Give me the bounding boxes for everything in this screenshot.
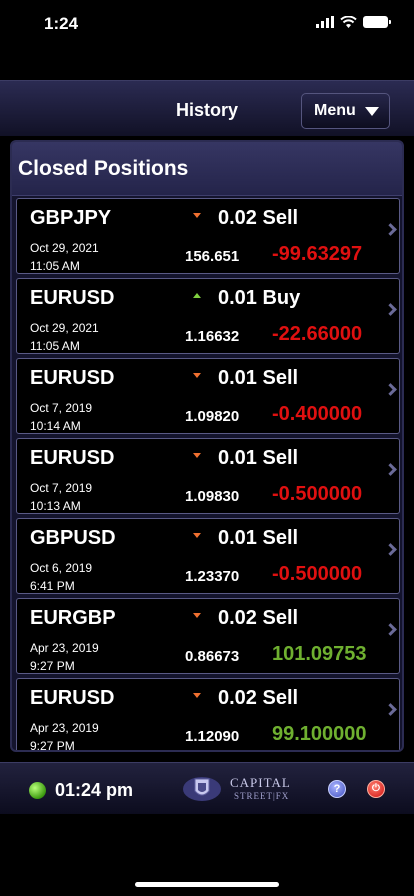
position-price: 1.12090 (185, 728, 240, 745)
position-symbol: EURGBP (30, 607, 116, 629)
arrow-down-icon (193, 693, 201, 698)
home-indicator[interactable] (135, 882, 279, 887)
position-trade: 0.02 Sell (218, 687, 299, 709)
position-trade: 0.01 Buy (218, 287, 301, 309)
position-profit-loss: -0.400000 (272, 403, 363, 425)
help-button[interactable]: ? (328, 780, 346, 798)
position-symbol: EURUSD (30, 367, 115, 389)
position-row[interactable]: EURGBP 0.02 Sell Apr 23, 2019 9:27 PM 0.… (16, 598, 400, 674)
position-time: 9:27 PM (30, 659, 75, 673)
status-icons (316, 16, 391, 28)
position-trade: 0.01 Sell (218, 527, 299, 549)
menu-button-label: Menu (314, 102, 356, 119)
arrow-down-icon (193, 613, 201, 618)
position-profit-loss: -22.66000 (272, 323, 363, 345)
position-profit-loss: 99.100000 (272, 723, 367, 745)
position-date: Oct 29, 2021 (30, 241, 99, 255)
cellular-signal-icon (316, 16, 334, 28)
position-row[interactable]: EURUSD 0.01 Sell Oct 7, 2019 10:14 AM 1.… (16, 358, 400, 434)
position-time: 10:14 AM (30, 419, 81, 433)
logo-emblem-icon (183, 777, 221, 801)
chevron-right-icon (384, 303, 397, 316)
position-datetime: Oct 7, 2019 10:14 AM (30, 399, 92, 435)
position-row[interactable]: EURUSD 0.01 Sell Oct 7, 2019 10:13 AM 1.… (16, 438, 400, 514)
arrow-down-icon (193, 533, 201, 538)
closed-positions-panel: Closed Positions GBPJPY 0.02 Sell Oct 29… (10, 140, 404, 752)
chevron-right-icon (384, 223, 397, 236)
position-date: Oct 7, 2019 (30, 401, 93, 415)
panel-header: Closed Positions (12, 142, 402, 196)
position-datetime: Oct 6, 2019 6:41 PM (30, 559, 92, 595)
position-time: 9:27 PM (30, 739, 75, 752)
arrow-down-icon (193, 453, 201, 458)
position-profit-loss: -0.500000 (272, 483, 363, 505)
help-icon: ? (333, 783, 341, 795)
position-symbol: EURUSD (30, 687, 115, 709)
status-time: 1:24 (44, 14, 79, 33)
position-profit-loss: -99.63297 (272, 243, 363, 265)
position-datetime: Oct 29, 2021 11:05 AM (30, 319, 99, 355)
position-datetime: Apr 23, 2019 9:27 PM (30, 639, 99, 675)
position-trade: 0.01 Sell (218, 367, 299, 389)
battery-icon (363, 16, 391, 28)
arrow-down-icon (193, 373, 201, 378)
chevron-right-icon (384, 543, 397, 556)
position-row[interactable]: EURUSD 0.02 Sell Apr 23, 2019 9:27 PM 1.… (16, 678, 400, 752)
position-symbol: EURUSD (30, 447, 115, 469)
power-icon: ⏻ (372, 783, 380, 794)
menu-button[interactable]: Menu (301, 93, 390, 129)
position-price: 1.09820 (185, 408, 240, 425)
position-datetime: Oct 29, 2021 11:05 AM (30, 239, 99, 275)
position-price: 1.16632 (185, 328, 240, 345)
position-date: Oct 6, 2019 (30, 561, 93, 575)
position-price: 0.86673 (185, 648, 240, 665)
position-price: 1.23370 (185, 568, 240, 585)
server-clock: 01:24 pm (55, 780, 134, 800)
position-datetime: Oct 7, 2019 10:13 AM (30, 479, 92, 515)
arrow-down-icon (193, 213, 201, 218)
position-date: Oct 29, 2021 (30, 321, 99, 335)
position-profit-loss: -0.500000 (272, 563, 363, 585)
position-trade: 0.02 Sell (218, 607, 299, 629)
wifi-icon (340, 16, 357, 28)
status-bar: 1:24 (0, 0, 414, 48)
chevron-right-icon (384, 383, 397, 396)
position-row[interactable]: EURUSD 0.01 Buy Oct 29, 2021 11:05 AM 1.… (16, 278, 400, 354)
chevron-right-icon (384, 463, 397, 476)
position-trade: 0.02 Sell (218, 207, 299, 229)
connection-status-icon (29, 782, 46, 799)
position-time: 11:05 AM (30, 259, 80, 273)
position-symbol: GBPUSD (30, 527, 116, 549)
position-time: 10:13 AM (30, 499, 81, 513)
caret-down-icon (365, 107, 379, 116)
position-row[interactable]: GBPJPY 0.02 Sell Oct 29, 2021 11:05 AM 1… (16, 198, 400, 274)
position-price: 1.09830 (185, 488, 240, 505)
logo-text-line2: STREET|FX (234, 791, 290, 801)
position-date: Oct 7, 2019 (30, 481, 93, 495)
position-profit-loss: 101.09753 (272, 643, 367, 665)
position-symbol: EURUSD (30, 287, 115, 309)
panel-title: Closed Positions (18, 157, 189, 180)
bottom-bar: 01:24 pm CAPITAL STREET|FX ? ⏻ (0, 762, 414, 814)
logo-text-line1: CAPITAL (230, 775, 291, 790)
nav-bar: History Menu (0, 80, 414, 136)
arrow-up-icon (193, 293, 201, 298)
position-datetime: Apr 23, 2019 9:27 PM (30, 719, 99, 752)
position-price: 156.651 (185, 248, 240, 265)
chevron-right-icon (384, 623, 397, 636)
chevron-right-icon (384, 703, 397, 716)
position-symbol: GBPJPY (30, 207, 112, 229)
position-time: 11:05 AM (30, 339, 80, 353)
position-date: Apr 23, 2019 (30, 721, 99, 735)
position-trade: 0.01 Sell (218, 447, 299, 469)
logout-button[interactable]: ⏻ (367, 780, 385, 798)
position-row[interactable]: GBPUSD 0.01 Sell Oct 6, 2019 6:41 PM 1.2… (16, 518, 400, 594)
capital-street-fx-logo: CAPITAL STREET|FX (182, 771, 298, 807)
position-date: Apr 23, 2019 (30, 641, 99, 655)
position-time: 6:41 PM (30, 579, 75, 593)
